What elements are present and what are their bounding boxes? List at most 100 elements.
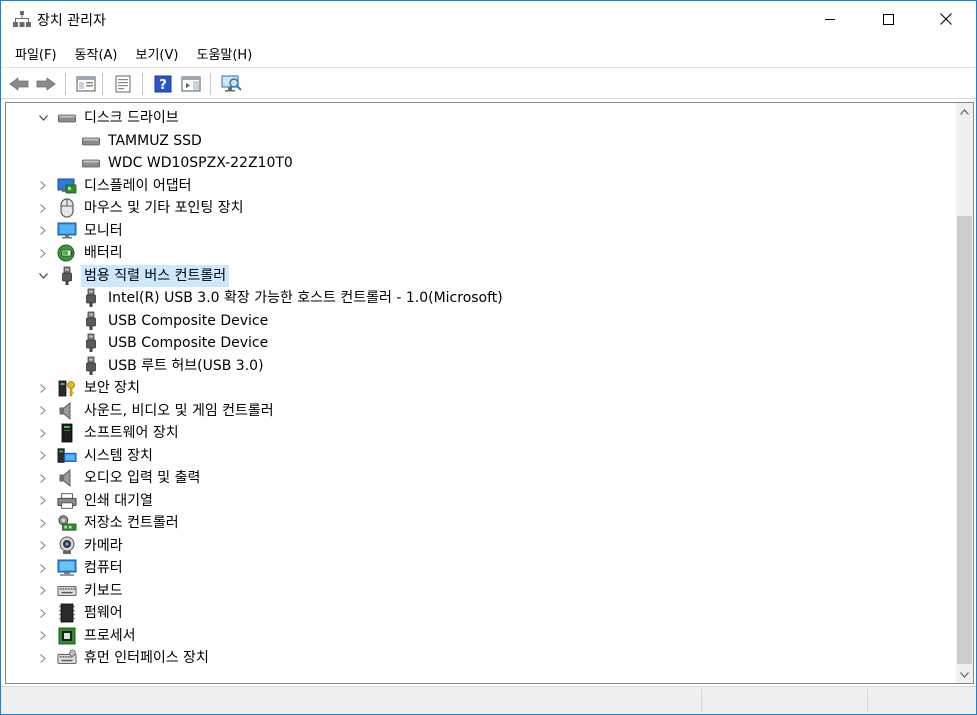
tree-category[interactable]: 인쇄 대기열: [6, 490, 946, 512]
usb-icon: [57, 266, 77, 286]
tree-item-label: USB 루트 허브(USB 3.0): [108, 357, 264, 374]
tree-category[interactable]: 프로세서: [6, 625, 946, 647]
tree-device[interactable]: WDC WD10SPZX-22Z10T0: [6, 152, 946, 174]
scrollbar-thumb[interactable]: [957, 216, 972, 664]
tree-item-label: 오디오 입력 및 출력: [84, 470, 201, 486]
chevron-right-icon[interactable]: [37, 445, 49, 467]
action-pane-button[interactable]: [180, 73, 202, 95]
tree-item-label: 컴퓨터: [84, 560, 123, 576]
tree-category[interactable]: 키보드: [6, 580, 946, 602]
chevron-down-icon[interactable]: [37, 265, 49, 287]
scroll-down-button[interactable]: [956, 666, 973, 683]
chevron-right-icon[interactable]: [37, 377, 49, 399]
chevron-right-icon[interactable]: [37, 197, 49, 219]
tree-category[interactable]: 휴먼 인터페이스 장치: [6, 647, 946, 669]
tree-device[interactable]: USB Composite Device: [6, 310, 946, 332]
tree-category[interactable]: 저장소 컨트롤러: [6, 512, 946, 534]
device-tree: 디스크 드라이브 TAMMUZ SSD WDC WD10SPZX-22Z10T0 디스…: [6, 103, 956, 683]
tree-category[interactable]: 디스플레이 어댑터: [6, 175, 946, 197]
tree-device[interactable]: USB Composite Device: [6, 332, 946, 354]
scroll-up-button[interactable]: [956, 103, 973, 120]
display-adapter-icon: [57, 176, 77, 196]
chevron-right-icon[interactable]: [37, 467, 49, 489]
usb-icon: [81, 288, 101, 308]
chevron-right-icon[interactable]: [37, 242, 49, 264]
tree-item-label: TAMMUZ SSD: [108, 132, 202, 149]
menu-bar: 파일(F) 동작(A) 보기(V) 도움말(H): [1, 39, 976, 67]
menu-file[interactable]: 파일(F): [7, 42, 65, 65]
tree-category[interactable]: 카메라: [6, 535, 946, 557]
tree-device[interactable]: TAMMUZ SSD: [6, 130, 946, 152]
tree-category[interactable]: 소프트웨어 장치: [6, 422, 946, 444]
close-button[interactable]: [917, 1, 975, 37]
toolbar-separator: [102, 73, 103, 95]
usb-icon: [81, 356, 101, 376]
menu-help[interactable]: 도움말(H): [188, 42, 260, 65]
tree-category[interactable]: 사운드, 비디오 및 게임 컨트롤러: [6, 400, 946, 422]
chevron-right-icon[interactable]: [37, 175, 49, 197]
tree-category[interactable]: 배터리: [6, 242, 946, 264]
toolbar-separator: [210, 73, 211, 95]
tree-category[interactable]: 컴퓨터: [6, 557, 946, 579]
menu-action[interactable]: 동작(A): [67, 42, 126, 65]
tree-item-label: 인쇄 대기열: [84, 492, 153, 509]
show-hide-console-tree-button[interactable]: [75, 73, 97, 95]
keyboard-icon: [57, 581, 77, 601]
tree-item-label: 키보드: [84, 582, 123, 599]
firmware-icon: [57, 603, 77, 623]
tree-device[interactable]: Intel(R) USB 3.0 확장 가능한 호스트 컨트롤러 - 1.0(M…: [6, 287, 946, 309]
forward-button[interactable]: [35, 73, 57, 95]
tree-category[interactable]: 마우스 및 기타 포인팅 장치: [6, 197, 946, 219]
chevron-right-icon[interactable]: [37, 490, 49, 512]
chevron-up-icon: [960, 108, 969, 115]
tree-category[interactable]: 오디오 입력 및 출력: [6, 467, 946, 489]
tree-item-label: 마우스 및 기타 포인팅 장치: [84, 200, 244, 216]
chevron-right-icon[interactable]: [37, 400, 49, 422]
back-button[interactable]: [8, 73, 30, 95]
printer-icon: [57, 491, 77, 511]
help-button[interactable]: ?: [152, 73, 174, 95]
chevron-right-icon[interactable]: [37, 512, 49, 534]
chevron-down-icon[interactable]: [37, 107, 49, 129]
device-tree-pane: 디스크 드라이브 TAMMUZ SSD WDC WD10SPZX-22Z10T0 디스…: [5, 102, 974, 684]
chevron-right-icon[interactable]: [37, 647, 49, 669]
toolbar-separator: [65, 73, 66, 95]
tree-category[interactable]: 펌웨어: [6, 602, 946, 624]
tree-item-label: USB Composite Device: [108, 312, 269, 329]
hid-icon: [57, 648, 77, 668]
minimize-button[interactable]: [801, 1, 859, 37]
chevron-right-icon[interactable]: [37, 580, 49, 602]
speaker-icon: [57, 401, 77, 421]
properties-button[interactable]: [112, 73, 134, 95]
menu-view[interactable]: 보기(V): [128, 42, 187, 65]
tree-item-label: 소프트웨어 장치: [84, 425, 179, 441]
chevron-right-icon[interactable]: [37, 220, 49, 242]
title-bar[interactable]: 장치 관리자: [1, 1, 976, 37]
chevron-right-icon[interactable]: [37, 422, 49, 444]
tree-item-label: 카메라: [84, 537, 123, 554]
tree-category[interactable]: 디스크 드라이브: [6, 107, 946, 129]
chevron-down-icon: [960, 671, 969, 678]
vertical-scrollbar[interactable]: [956, 103, 973, 683]
tree-category[interactable]: 보안 장치: [6, 377, 946, 399]
tree-category[interactable]: 모니터: [6, 220, 946, 242]
tree-item-label: 시스템 장치: [84, 447, 153, 464]
close-icon: [940, 13, 952, 25]
maximize-button[interactable]: [859, 1, 917, 37]
scan-hardware-button[interactable]: [220, 73, 242, 95]
tree-category[interactable]: 범용 직렬 버스 컨트롤러: [6, 264, 946, 287]
chevron-right-icon[interactable]: [37, 535, 49, 557]
chevron-right-icon[interactable]: [37, 557, 49, 579]
tree-item-label: 디스크 드라이브: [84, 110, 179, 126]
tree-category[interactable]: 시스템 장치: [6, 445, 946, 467]
chevron-right-icon[interactable]: [37, 602, 49, 624]
toolbar: ?: [1, 67, 976, 99]
chevron-right-icon[interactable]: [37, 625, 49, 647]
forward-icon: [36, 77, 56, 91]
mouse-icon: [57, 198, 77, 218]
tree-device[interactable]: USB 루트 허브(USB 3.0): [6, 355, 946, 377]
computer-icon: [57, 558, 77, 578]
tree-item-label: 모니터: [84, 222, 123, 239]
storage-controller-icon: [57, 513, 77, 533]
usb-icon: [81, 333, 101, 353]
